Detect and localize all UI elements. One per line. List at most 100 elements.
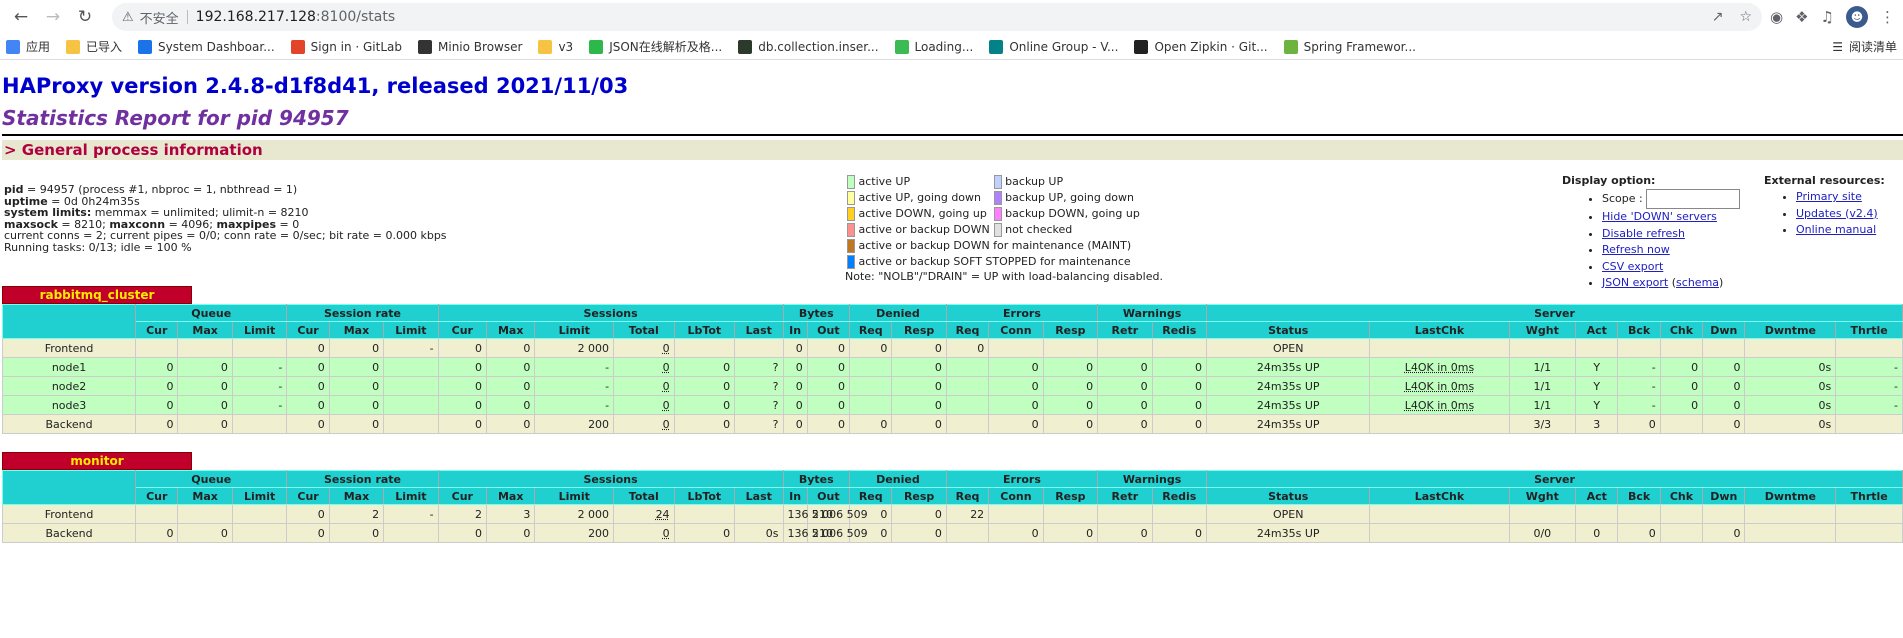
column-header: Cur <box>437 321 488 339</box>
table-cell: 0 <box>891 338 947 358</box>
group-header: Queue <box>135 304 288 322</box>
table-cell: 2 <box>328 504 385 524</box>
bookmark-item[interactable]: 已导入 <box>66 38 122 55</box>
row-label[interactable]: Backend <box>1 414 137 434</box>
schema-link[interactable]: schema <box>1676 276 1719 289</box>
bookmark-item[interactable]: Loading... <box>894 39 973 54</box>
table-cell: 0 <box>613 376 675 396</box>
table-cell <box>177 504 233 524</box>
table-cell: 5 006 509 <box>806 523 868 543</box>
table-cell: 0 <box>1097 357 1153 377</box>
column-header: Cur <box>286 487 330 505</box>
table-cell: 0 <box>891 395 947 415</box>
table-row: node3 0 0-0 0 0 0-0 0? 0 0 0 0 0 0 0 24m35s UP L4OK in … <box>1 395 1903 415</box>
table-cell: L4OK in 0ms <box>1369 395 1510 415</box>
table-cell: 2 000 <box>534 504 615 524</box>
apps-grid-icon <box>6 39 20 54</box>
row-label[interactable]: Frontend <box>1 338 137 358</box>
online-manual-link[interactable]: Online manual <box>1796 223 1876 236</box>
table-cell <box>383 523 439 543</box>
table-cell <box>231 523 288 543</box>
bookmark-label: Open Zipkin · Git... <box>1154 39 1268 54</box>
table-cell: 0 <box>891 376 947 396</box>
legend-label: active UP, going down <box>858 191 982 204</box>
puzzle-extensions-icon[interactable]: ❖ <box>1795 8 1808 26</box>
column-header: Redis <box>1151 321 1208 339</box>
disable-refresh-link[interactable]: Disable refresh <box>1602 227 1685 240</box>
forward-arrow-icon[interactable]: → <box>40 4 66 30</box>
bookmark-item[interactable]: v3 <box>538 39 573 54</box>
row-label[interactable]: node2 <box>1 376 137 396</box>
share-icon[interactable]: ↗ <box>1712 9 1724 25</box>
table-cell <box>135 504 179 524</box>
profile-avatar[interactable]: ☻ <box>1846 6 1868 28</box>
table-cell: 0 <box>1151 357 1208 377</box>
url-text[interactable]: 192.168.217.128:8100/stats <box>196 9 395 25</box>
table-cell: 0 <box>135 395 179 415</box>
insecure-label[interactable]: 不安全 <box>140 8 179 27</box>
table-cell: 0 <box>806 414 851 434</box>
row-label[interactable]: node3 <box>1 395 137 415</box>
column-header: Cur <box>437 487 488 505</box>
table-cell: - <box>231 395 288 415</box>
table-cell: - <box>1835 357 1903 377</box>
row-label[interactable]: node1 <box>1 357 137 377</box>
table-cell: 1/1 <box>1508 395 1577 415</box>
column-header: Resp <box>891 487 947 505</box>
bookmark-item[interactable]: Online Group - V... <box>989 39 1118 54</box>
table-cell: 0 <box>806 395 851 415</box>
table-cell: 0 <box>891 414 947 434</box>
legend-label: active or backup DOWN for maintenance (M… <box>858 239 1132 252</box>
bookmark-item[interactable]: Spring Framewor... <box>1283 39 1416 54</box>
bookmark-item[interactable]: JSON在线解析及格... <box>589 38 722 55</box>
bookmark-item[interactable]: Sign in · GitLab <box>290 39 402 54</box>
column-header: Max <box>328 321 385 339</box>
star-bookmark-icon[interactable]: ☆ <box>1739 9 1752 25</box>
scope-input[interactable] <box>1646 189 1741 209</box>
table-cell: 0 <box>1042 376 1099 396</box>
table-cell: 0 <box>286 395 330 415</box>
warning-icon[interactable]: ⚠ <box>122 10 134 25</box>
updates-link[interactable]: Updates (v2.4) <box>1796 207 1878 220</box>
json-export-link[interactable]: JSON export <box>1602 276 1668 289</box>
back-arrow-icon[interactable]: ← <box>8 4 34 30</box>
table-cell: 0 <box>328 357 385 377</box>
table-cell: 0 <box>177 376 233 396</box>
primary-site-link[interactable]: Primary site <box>1796 190 1862 203</box>
row-label[interactable]: Frontend <box>1 504 137 524</box>
column-header: Thrtle <box>1835 321 1903 339</box>
bookmark-item[interactable]: db.collection.inser... <box>738 39 879 54</box>
bookmark-item[interactable]: Minio Browser <box>418 39 522 54</box>
media-icon[interactable]: ♫ <box>1821 8 1834 26</box>
table-cell <box>135 338 179 358</box>
column-header: Wght <box>1508 321 1577 339</box>
row-label[interactable]: Backend <box>1 523 137 543</box>
table-cell: 0 <box>613 357 675 377</box>
proxy-name[interactable]: monitor <box>2 452 192 470</box>
sharepoint-icon <box>989 39 1004 54</box>
menu-kebab-icon[interactable]: ⋮ <box>1880 8 1895 26</box>
column-header: Out <box>806 487 851 505</box>
table-cell: 5 006 509 <box>806 504 868 524</box>
reading-list[interactable]: ☰ 阅读清单 <box>1832 38 1897 55</box>
table-cell: 0/0 <box>1508 523 1577 543</box>
reload-icon[interactable]: ↻ <box>72 4 98 30</box>
legend-label: backup UP, going down <box>1005 191 1135 204</box>
table-cell: 24 <box>613 504 675 524</box>
hide-down-link[interactable]: Hide 'DOWN' servers <box>1602 210 1717 223</box>
proxy-name[interactable]: rabbitmq_cluster <box>2 286 192 304</box>
csv-export-link[interactable]: CSV export <box>1602 260 1663 273</box>
table-cell: 0 <box>328 338 385 358</box>
folder-icon <box>538 39 553 54</box>
bookmark-item[interactable]: Open Zipkin · Git... <box>1134 39 1268 54</box>
bookmark-item[interactable]: 应用 <box>6 38 50 55</box>
bookmark-item[interactable]: System Dashboar... <box>138 39 275 54</box>
extension-icon[interactable]: ◉ <box>1770 8 1783 26</box>
legend-swatch <box>847 207 855 221</box>
table-cell <box>231 414 288 434</box>
refresh-now-link[interactable]: Refresh now <box>1602 243 1670 256</box>
address-bar[interactable]: ⚠ 不安全 192.168.217.128:8100/stats ↗ ☆ <box>112 3 1762 31</box>
table-cell <box>988 504 1044 524</box>
table-cell <box>1617 504 1661 524</box>
column-header: Dwn <box>1702 487 1746 505</box>
